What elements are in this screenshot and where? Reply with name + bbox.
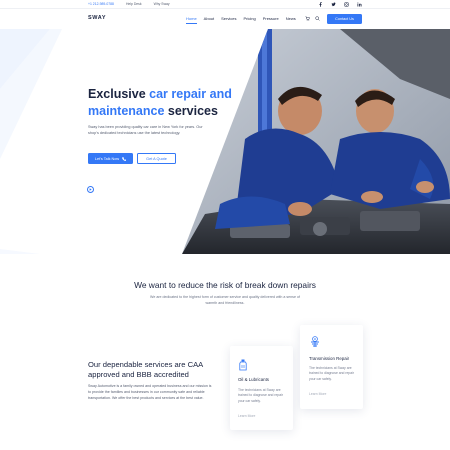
top-bar-links: +1 212-989-0788 Help Desk Why Sway: [88, 2, 170, 6]
service-card-text: The technicians at Sway are trained to d…: [238, 388, 284, 403]
search-icon[interactable]: [315, 16, 320, 21]
instagram-icon[interactable]: [344, 2, 349, 7]
service-card-text: The technicians at Sway are trained to d…: [309, 366, 355, 381]
contact-us-button[interactable]: Contact Us: [327, 14, 362, 24]
risk-section-title: We want to reduce the risk of break down…: [134, 280, 316, 290]
play-icon: [89, 188, 92, 191]
learn-more-link[interactable]: Learn More: [238, 414, 255, 418]
facebook-icon[interactable]: [318, 2, 323, 7]
phone-link[interactable]: +1 212-989-0788: [88, 2, 114, 6]
play-video-button[interactable]: [87, 186, 94, 193]
service-card-title: Transmission Repair: [309, 356, 350, 361]
twitter-icon[interactable]: [331, 2, 336, 7]
risk-section-text: We are dedicated to the highest form of …: [150, 295, 300, 305]
nav-item-pressure[interactable]: Pressure: [263, 16, 279, 21]
service-card-oil[interactable]: Oil & Lubricants The technicians at Sway…: [230, 346, 293, 430]
phone-icon: [122, 156, 127, 161]
services-title: Our dependable services are CAA approved…: [88, 360, 203, 380]
nav-item-services[interactable]: Services: [221, 16, 236, 21]
oil-bottle-icon: [238, 359, 248, 371]
hero-title-plain-2: services: [164, 103, 218, 118]
get-quote-button[interactable]: Get A Quote: [137, 153, 176, 164]
transmission-icon: [310, 336, 320, 348]
nav-item-home[interactable]: Home: [186, 16, 197, 24]
service-card-transmission[interactable]: Transmission Repair The technicians at S…: [300, 325, 363, 409]
social-links: [318, 2, 362, 7]
service-card-title: Oil & Lubricants: [238, 377, 269, 382]
services-description: Sway Automotive is a family owned and op…: [88, 384, 212, 400]
cart-icon[interactable]: [305, 16, 310, 21]
lets-talk-button[interactable]: Let's Talk Now: [88, 153, 133, 164]
hero-title-accent-2: and: [209, 87, 232, 101]
linkedin-icon[interactable]: [357, 2, 362, 7]
hero-title-accent: car repair: [149, 87, 207, 101]
top-bar: +1 212-989-0788 Help Desk Why Sway: [0, 0, 450, 9]
logo[interactable]: SWAY: [88, 15, 106, 21]
lets-talk-label: Let's Talk Now: [94, 156, 120, 161]
main-nav: Home About Services Pricing Pressure New…: [186, 16, 296, 24]
help-desk-link[interactable]: Help Desk: [126, 2, 142, 6]
hero-description: Sway has been providing quality car care…: [88, 125, 203, 135]
why-sway-link[interactable]: Why Sway: [154, 2, 170, 6]
learn-more-link[interactable]: Learn More: [309, 392, 326, 396]
header: SWAY Home About Services Pricing Pressur…: [0, 9, 450, 29]
hero-title-plain: Exclusive: [88, 87, 150, 101]
hero-section: Exclusive car repair and maintenance serv…: [0, 29, 450, 254]
hero-title: Exclusive car repair and maintenance serv…: [88, 86, 248, 120]
nav-item-about[interactable]: About: [204, 16, 214, 21]
hero-title-accent-3: maintenance: [88, 103, 165, 118]
mechanics-photo: [182, 29, 450, 254]
nav-item-pricing[interactable]: Pricing: [243, 16, 255, 21]
nav-item-news[interactable]: News: [286, 16, 296, 21]
